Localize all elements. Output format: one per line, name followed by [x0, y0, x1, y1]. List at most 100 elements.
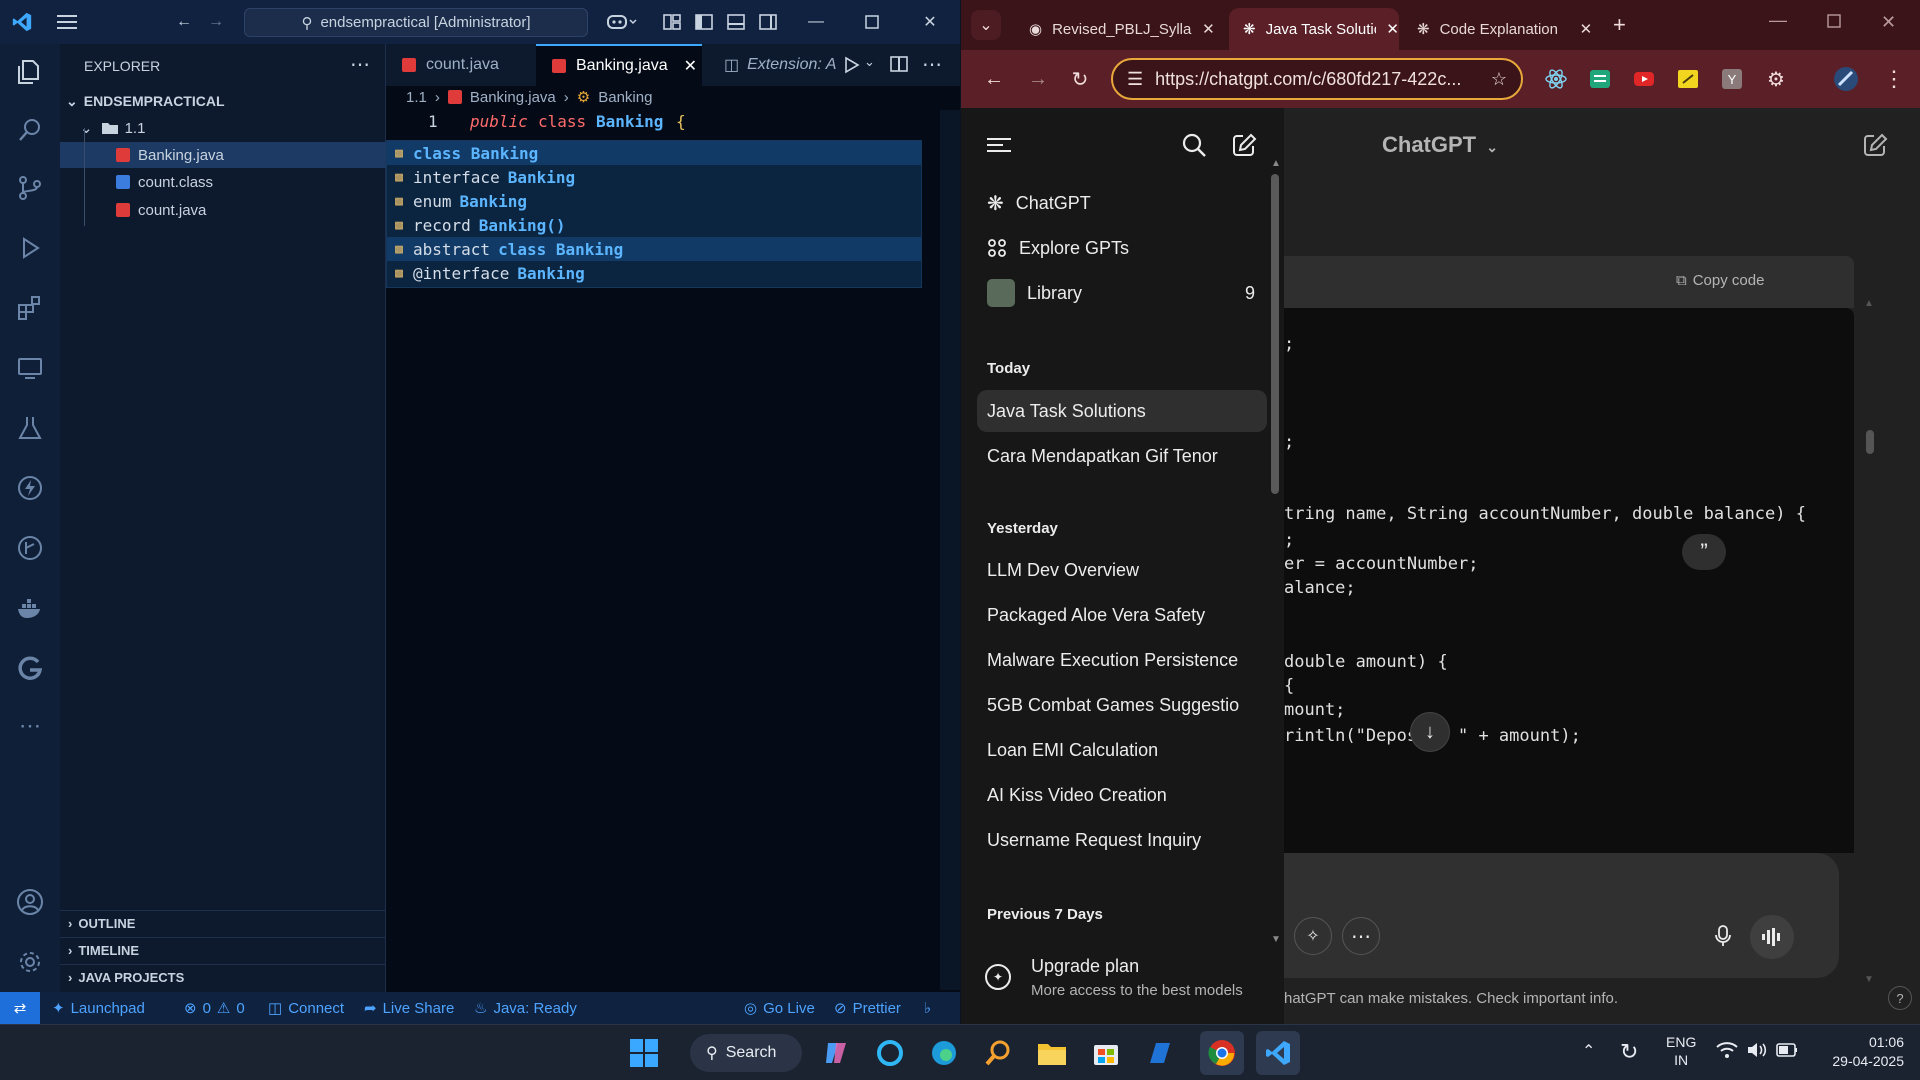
- vscode-app-icon[interactable]: [1256, 1031, 1300, 1075]
- run-dropdown-icon[interactable]: ⌄: [864, 54, 875, 70]
- forward-arrow-icon[interactable]: →: [1025, 66, 1051, 92]
- chrome-menu-icon[interactable]: ⋮: [1881, 66, 1907, 92]
- connect-status[interactable]: ◫ Connect: [268, 992, 344, 1024]
- microsoft-store-app-icon[interactable]: [1086, 1033, 1126, 1073]
- thunder-client-icon[interactable]: [12, 470, 48, 506]
- extension-youtube-icon[interactable]: [1631, 66, 1657, 92]
- extensions-puzzle-icon[interactable]: ⚙: [1763, 66, 1789, 92]
- chat-history-item[interactable]: Username Request Inquiry: [977, 819, 1267, 861]
- close-sidebar-icon[interactable]: [987, 136, 1011, 154]
- taskbar-search[interactable]: ⚲ Search: [690, 1034, 802, 1072]
- new-tab-plus-icon[interactable]: +: [1613, 12, 1626, 38]
- sidebar-item-library[interactable]: Library 9: [977, 272, 1267, 314]
- live-share-status[interactable]: ➦ Live Share: [364, 992, 454, 1024]
- tools-icon[interactable]: ✧: [1294, 917, 1332, 955]
- code-line-1[interactable]: 1 public class Banking {: [386, 108, 960, 138]
- microphone-icon[interactable]: [1704, 917, 1742, 955]
- explorer-icon[interactable]: [12, 54, 48, 90]
- accounts-icon[interactable]: [12, 884, 48, 920]
- sidebar-item-chatgpt[interactable]: ❋ ChatGPT: [977, 182, 1267, 224]
- menu-icon[interactable]: [55, 10, 79, 34]
- close-tab-icon[interactable]: ✕: [1386, 20, 1399, 38]
- command-center-search[interactable]: ⚲ endsempractical [Administrator]: [244, 8, 588, 37]
- reload-icon[interactable]: ↻: [1067, 66, 1093, 92]
- testing-icon[interactable]: [12, 410, 48, 446]
- suggestion-item[interactable]: ▩ class Banking: [387, 141, 921, 165]
- editor-scrollbar[interactable]: [940, 110, 960, 990]
- chrome-tab-1[interactable]: ◉ Revised_PBLJ_Sylla ✕: [1015, 8, 1225, 50]
- file-count-java[interactable]: count.java: [60, 197, 386, 223]
- search-icon[interactable]: [12, 112, 48, 148]
- problems-status[interactable]: ⊗ 0 ⚠ 0: [184, 992, 245, 1024]
- go-live-status[interactable]: ◎ Go Live: [744, 992, 815, 1024]
- back-arrow-icon[interactable]: ←: [981, 66, 1007, 92]
- model-selector[interactable]: ChatGPT ⌄: [1382, 132, 1498, 158]
- explorer-more-icon[interactable]: ⋯: [350, 52, 370, 77]
- forward-arrow-icon[interactable]: →: [204, 10, 228, 34]
- docker-icon[interactable]: [12, 590, 48, 626]
- profile-avatar-icon[interactable]: [1833, 66, 1859, 92]
- tab-banking-java[interactable]: Banking.java ✕: [536, 44, 702, 86]
- maximize-icon[interactable]: [860, 10, 884, 34]
- more-views-icon[interactable]: ⋯: [12, 708, 48, 744]
- extension-yellow-icon[interactable]: [1675, 66, 1701, 92]
- message-composer[interactable]: ✧ ⋯: [1284, 853, 1839, 978]
- chrome-tab-3[interactable]: ❋ Code Explanation ✕: [1403, 8, 1599, 50]
- chrome-close-icon[interactable]: ✕: [1881, 12, 1896, 33]
- workspace-root[interactable]: ⌄ ENDSEMPRACTICAL: [60, 88, 386, 114]
- upgrade-plan-button[interactable]: ✦ Upgrade plan More access to the best m…: [961, 944, 1271, 1024]
- breadcrumb-symbol[interactable]: Banking: [598, 89, 652, 106]
- extension-y-icon[interactable]: Y: [1719, 66, 1745, 92]
- extensions-icon[interactable]: [12, 290, 48, 326]
- chat-history-item[interactable]: Packaged Aloe Vera Safety: [977, 594, 1267, 636]
- back-arrow-icon[interactable]: ←: [172, 10, 196, 34]
- edge-app-icon[interactable]: [924, 1033, 964, 1073]
- chat-history-item[interactable]: Java Task Solutions: [977, 390, 1267, 432]
- search-chats-icon[interactable]: [1181, 132, 1207, 158]
- scroll-down-arrow-icon[interactable]: ↓: [1410, 712, 1450, 752]
- react-devtools-icon[interactable]: [1543, 66, 1569, 92]
- tab-extension[interactable]: ◫ Extension: A: [716, 44, 846, 86]
- prettier-status[interactable]: ⊘ Prettier: [834, 992, 901, 1024]
- battery-icon[interactable]: [1776, 1043, 1798, 1057]
- language-indicator[interactable]: ENG IN: [1666, 1033, 1696, 1069]
- close-tab-icon[interactable]: ✕: [1202, 20, 1215, 38]
- voice-mode-icon[interactable]: [1750, 915, 1794, 959]
- git-graph-icon[interactable]: [12, 530, 48, 566]
- address-bar[interactable]: ☰ https://chatgpt.com/c/680fd217-422c...…: [1111, 58, 1523, 100]
- run-icon[interactable]: [844, 56, 860, 74]
- quote-icon[interactable]: ”: [1682, 534, 1726, 570]
- app-blue-icon[interactable]: [1140, 1033, 1180, 1073]
- more-actions-icon[interactable]: ⋯: [922, 52, 942, 77]
- main-scrollbar[interactable]: ▲ ▼: [1864, 152, 1876, 992]
- chat-history-item[interactable]: LLM Dev Overview: [977, 549, 1267, 591]
- chat-history-item[interactable]: 5GB Combat Games Suggestio: [977, 684, 1267, 726]
- java-status[interactable]: ♨ Java: Ready: [474, 992, 577, 1024]
- notifications-bell-icon[interactable]: ♭: [924, 992, 931, 1024]
- suggestion-item[interactable]: ▩ record Banking(): [387, 213, 921, 237]
- suggestion-item[interactable]: ▩ enum Banking: [387, 189, 921, 213]
- more-options-icon[interactable]: ⋯: [1342, 917, 1380, 955]
- toggle-panel-icon[interactable]: [724, 10, 748, 34]
- breadcrumb-file[interactable]: Banking.java: [470, 89, 556, 106]
- source-control-icon[interactable]: [12, 170, 48, 206]
- search-app-icon[interactable]: [978, 1033, 1018, 1073]
- settings-gear-icon[interactable]: [12, 944, 48, 980]
- timeline-section[interactable]: › TIMELINE: [60, 937, 386, 963]
- file-banking-java[interactable]: Banking.java: [60, 142, 386, 168]
- suggestion-item[interactable]: ▩ @interface Banking: [387, 261, 921, 285]
- toggle-sidebar-icon[interactable]: [692, 10, 716, 34]
- sidebar-scrollbar[interactable]: ▲ ▼: [1269, 158, 1281, 948]
- chat-history-item[interactable]: Malware Execution Persistence: [977, 639, 1267, 681]
- new-chat-icon[interactable]: [1231, 132, 1257, 158]
- breadcrumb-folder[interactable]: 1.1: [406, 89, 427, 106]
- java-projects-section[interactable]: › JAVA PROJECTS: [60, 964, 386, 990]
- suggestion-item[interactable]: ▩ abstract class Banking: [387, 237, 921, 261]
- file-count-class[interactable]: count.class: [60, 169, 386, 195]
- suggestion-item[interactable]: ▩ interface Banking: [387, 165, 921, 189]
- outline-section[interactable]: › OUTLINE: [60, 910, 386, 936]
- clock[interactable]: 01:06 29-04-2025: [1814, 1033, 1904, 1071]
- cortana-app-icon[interactable]: [870, 1033, 910, 1073]
- split-editor-icon[interactable]: [890, 56, 908, 72]
- volume-icon[interactable]: [1746, 1041, 1768, 1059]
